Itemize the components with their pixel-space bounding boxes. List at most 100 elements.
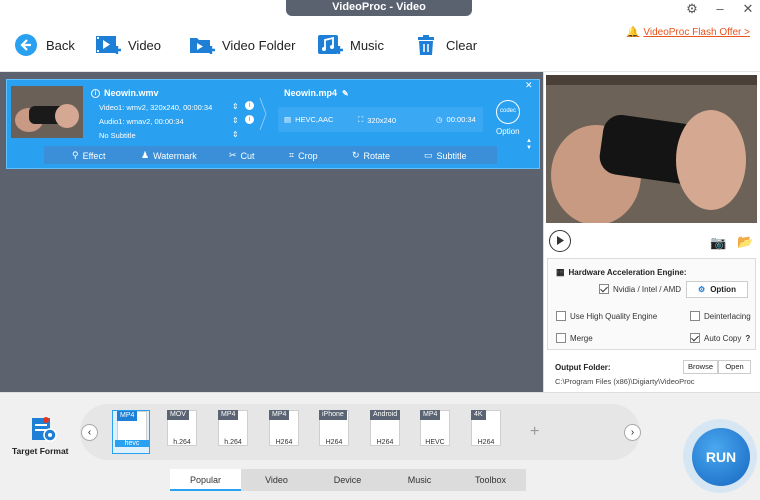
merge-check[interactable] [556, 333, 566, 343]
hw-option-button[interactable]: ⚙ Option [686, 281, 748, 298]
open-folder-icon[interactable]: 📂 [737, 234, 753, 250]
output-path: C:\Program Files (x86)\Digiarty\VideoPro… [555, 377, 695, 386]
format-item[interactable]: MP4 HEVC [416, 410, 454, 454]
browse-button[interactable]: Browse [683, 360, 718, 374]
music-add-icon [316, 33, 344, 57]
output-resolution: ⛶ 320x240 [358, 115, 397, 125]
tab-popular[interactable]: Popular [170, 469, 241, 491]
help-icon[interactable]: ? [745, 334, 750, 343]
source-file: i Neowin.wmv [91, 88, 159, 98]
rotate-button[interactable]: ↻ Rotate [352, 150, 390, 161]
info-icon[interactable]: i [91, 88, 100, 98]
remove-item-close-icon[interactable]: ✕ [525, 80, 533, 91]
format-item[interactable]: MP4 h.264 [214, 410, 252, 454]
close-button[interactable]: ✕ [738, 1, 758, 17]
bell-icon: 🔔 [626, 27, 640, 38]
target-format-icon [30, 416, 58, 442]
auto-copy-checkbox[interactable]: Auto Copy ? [690, 333, 750, 343]
codec-gear-icon[interactable]: codec [496, 100, 520, 124]
format-item[interactable]: MP4 hevc [112, 410, 150, 454]
open-button[interactable]: Open [718, 360, 751, 374]
video-track-info: Video1: wmv2, 320x240, 00:00:34 [99, 103, 213, 112]
format-item[interactable]: Android H264 [366, 410, 404, 454]
effect-wand-icon: ⚲ [72, 150, 79, 160]
video-track-stepper-icon[interactable]: ⇕ [232, 102, 239, 111]
back-button[interactable]: Back [12, 33, 75, 57]
output-duration: ◷ 00:00:34 [436, 115, 476, 124]
subtitle-icon: ▭ [424, 150, 433, 160]
video-label: Video [128, 37, 162, 53]
format-item[interactable]: MOV h.264 [163, 410, 201, 454]
video-preview [546, 75, 757, 223]
flash-offer-link[interactable]: 🔔 VideoProc Flash Offer > [627, 27, 750, 38]
chip-icon: ▦ [556, 267, 565, 277]
video-info-icon[interactable]: i [245, 101, 254, 110]
folder-add-icon [188, 33, 216, 57]
codec-option-button[interactable]: Option [496, 127, 520, 136]
high-quality-checkbox[interactable]: Use High Quality Engine [556, 311, 657, 321]
output-codec: ▤ HEVC,AAC [284, 115, 334, 124]
cut-button[interactable]: ✂ Cut [229, 150, 255, 161]
deinterlacing-check[interactable] [690, 311, 700, 321]
subtitle-button[interactable]: ▭ Subtitle [424, 150, 467, 161]
film-icon: ▤ [284, 115, 292, 124]
carousel-prev-icon[interactable]: ‹ [81, 424, 98, 441]
minimize-button[interactable]: – [710, 1, 730, 17]
format-item[interactable]: 4K H264 [467, 410, 505, 454]
add-music-button[interactable]: Music [316, 33, 384, 57]
reorder-arrows-icon[interactable]: ▲ ▼ [526, 138, 532, 152]
output-file[interactable]: Neowin.mp4 ✎ [284, 88, 349, 98]
add-format-plus-icon[interactable]: + [530, 423, 539, 441]
subtitle-info: No Subtitle [99, 131, 136, 140]
output-file-name: Neowin.mp4 [284, 88, 338, 98]
tab-device[interactable]: Device [312, 469, 383, 491]
music-label: Music [350, 37, 384, 53]
play-button[interactable] [549, 230, 571, 252]
clock-icon: ◷ [436, 115, 443, 124]
video-add-icon [94, 33, 122, 57]
video-folder-label: Video Folder [222, 37, 296, 53]
audio-info-icon[interactable]: i [245, 115, 254, 124]
source-file-name: Neowin.wmv [104, 88, 159, 98]
crop-icon: ⌗ [289, 150, 295, 160]
deinterlacing-checkbox[interactable]: Deinterlacing [690, 311, 751, 321]
tab-video[interactable]: Video [241, 469, 312, 491]
carousel-next-icon[interactable]: › [624, 424, 641, 441]
video-thumbnail [11, 86, 83, 138]
audio-track-info: Audio1: wmav2, 00:00:34 [99, 117, 184, 126]
edit-pencil-icon[interactable]: ✎ [342, 89, 349, 98]
merge-checkbox[interactable]: Merge [556, 333, 593, 343]
hw-vendors-check[interactable] [599, 284, 609, 294]
run-button[interactable]: RUN [692, 428, 750, 486]
format-item[interactable]: MP4 H264 [265, 410, 303, 454]
audio-track-stepper-icon[interactable]: ⇕ [232, 116, 239, 125]
watermark-button[interactable]: ♟ Watermark [141, 150, 197, 161]
effect-button[interactable]: ⚲ Effect [72, 150, 105, 161]
high-quality-check[interactable] [556, 311, 566, 321]
tab-music[interactable]: Music [384, 469, 455, 491]
auto-copy-check[interactable] [690, 333, 700, 343]
chevron-right-icon [258, 94, 268, 134]
window-title: VideoProc - Video [286, 0, 472, 16]
flash-offer-label: VideoProc Flash Offer > [643, 27, 750, 38]
format-item[interactable]: iPhone H264 [315, 410, 353, 454]
settings-icon[interactable]: ⚙ [682, 1, 702, 17]
add-video-folder-button[interactable]: Video Folder [188, 33, 295, 57]
tab-toolbox[interactable]: Toolbox [455, 469, 526, 491]
scissors-icon: ✂ [229, 150, 237, 160]
back-arrow-icon [12, 33, 40, 57]
gear-icon: ⚙ [698, 285, 706, 294]
resolution-icon: ⛶ [358, 115, 364, 124]
clear-label: Clear [446, 37, 478, 53]
add-video-button[interactable]: Video [94, 33, 161, 57]
hw-vendors-checkbox[interactable]: Nvidia / Intel / AMD [599, 284, 681, 294]
target-format-label: Target Format [12, 446, 69, 456]
snapshot-camera-icon[interactable]: 📷 [710, 235, 726, 251]
rotate-icon: ↻ [352, 150, 360, 160]
subtitle-stepper-icon[interactable]: ⇕ [232, 130, 239, 139]
back-label: Back [46, 37, 75, 53]
watermark-icon: ♟ [141, 150, 150, 160]
clear-button[interactable]: Clear [412, 33, 477, 57]
crop-button[interactable]: ⌗ Crop [289, 150, 318, 161]
hw-accel-title: ▦ Hardware Acceleration Engine: [556, 267, 687, 277]
